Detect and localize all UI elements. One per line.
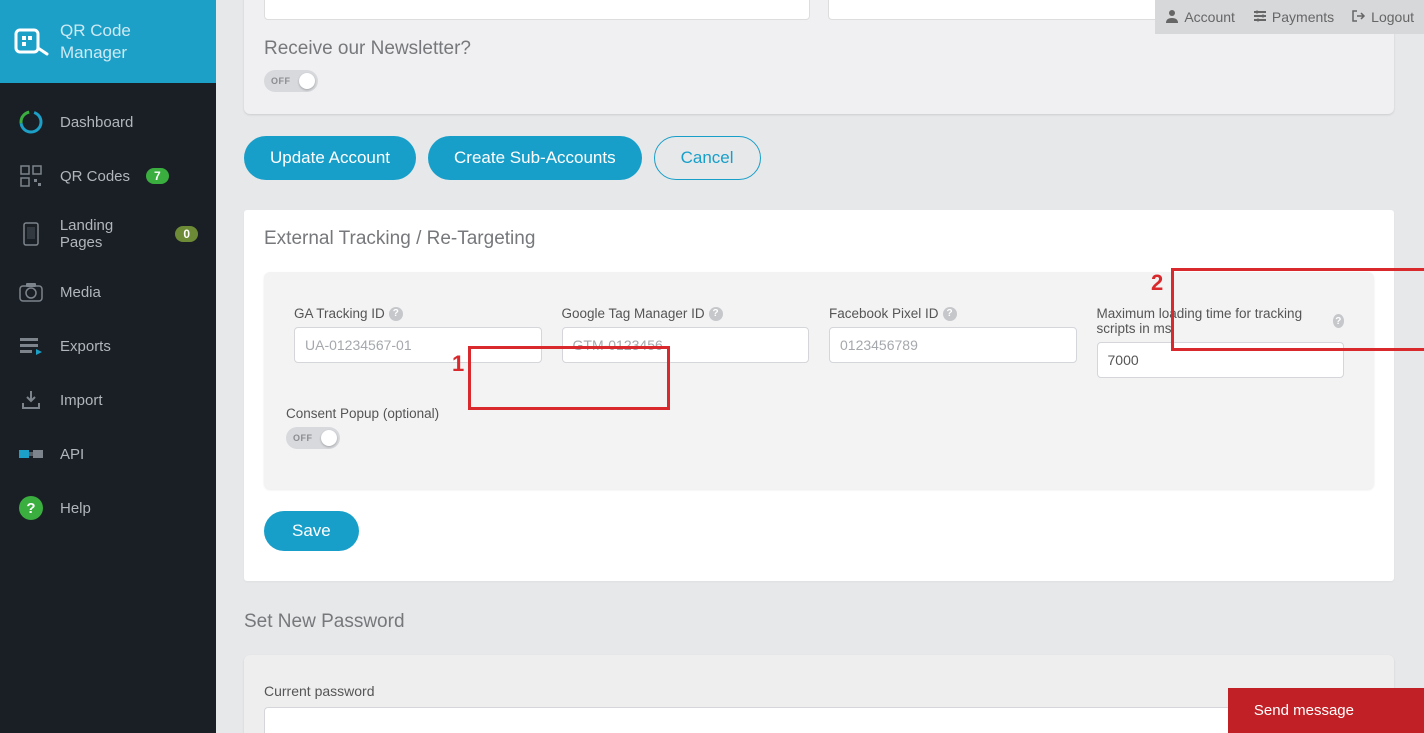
- brand-title: QR Code Manager: [60, 20, 131, 63]
- consent-toggle[interactable]: OFF: [286, 427, 340, 449]
- sidebar-item-label: Exports: [60, 338, 111, 355]
- current-password-label: Current password: [264, 683, 1374, 699]
- help-icon[interactable]: ?: [389, 307, 403, 321]
- landing-count-badge: 0: [175, 226, 198, 242]
- send-message-button[interactable]: Send message: [1228, 688, 1424, 733]
- password-section-title: Set New Password: [244, 611, 1394, 633]
- current-password-input[interactable]: [264, 707, 1374, 733]
- sidebar-item-qrcodes[interactable]: QR Codes 7: [0, 149, 216, 203]
- sidebar-item-label: API: [60, 446, 84, 463]
- annotation-number-1: 1: [452, 351, 464, 377]
- import-icon: [18, 387, 44, 413]
- landing-page-icon: [18, 221, 44, 247]
- qrcodes-count-badge: 7: [146, 168, 169, 184]
- save-button[interactable]: Save: [264, 511, 359, 551]
- help-icon[interactable]: ?: [709, 307, 723, 321]
- user-icon: [1165, 9, 1179, 26]
- qr-logo-icon: [14, 24, 50, 60]
- create-subaccounts-button[interactable]: Create Sub-Accounts: [428, 136, 642, 180]
- qrcode-icon: [18, 163, 44, 189]
- sidebar-item-dashboard[interactable]: Dashboard: [0, 95, 216, 149]
- fb-pixel-field: Facebook Pixel ID?: [829, 306, 1077, 378]
- sidebar-item-label: Help: [60, 500, 91, 517]
- cancel-button[interactable]: Cancel: [654, 136, 761, 180]
- sidebar-item-api[interactable]: API: [0, 427, 216, 481]
- tracking-section-title: External Tracking / Re-Targeting: [264, 228, 1374, 250]
- sidebar-item-label: Import: [60, 392, 103, 409]
- settings-icon: [1253, 9, 1267, 26]
- media-icon: [18, 279, 44, 305]
- topbar-payments[interactable]: Payments: [1253, 9, 1334, 26]
- consent-label: Consent Popup (optional): [286, 406, 439, 421]
- help-icon[interactable]: ?: [943, 307, 957, 321]
- annotation-box-1: [468, 346, 670, 410]
- partial-input-left[interactable]: [264, 0, 810, 20]
- sidebar-item-label: Media: [60, 284, 101, 301]
- sidebar-item-label: QR Codes: [60, 168, 130, 185]
- api-icon: [18, 441, 44, 467]
- sidebar-item-media[interactable]: Media: [0, 265, 216, 319]
- update-account-button[interactable]: Update Account: [244, 136, 416, 180]
- exports-icon: [18, 333, 44, 359]
- fb-pixel-input[interactable]: [829, 327, 1077, 363]
- annotation-number-2: 2: [1151, 270, 1163, 296]
- sidebar-item-import[interactable]: Import: [0, 373, 216, 427]
- sidebar-item-label: Dashboard: [60, 114, 133, 131]
- sidebar-item-help[interactable]: ? Help: [0, 481, 216, 535]
- sidebar-item-landing[interactable]: Landing Pages 0: [0, 203, 216, 265]
- topbar-logout[interactable]: Logout: [1352, 9, 1414, 26]
- newsletter-toggle[interactable]: OFF: [264, 70, 318, 92]
- dashboard-icon: [18, 109, 44, 135]
- help-icon: ?: [18, 495, 44, 521]
- password-card: Current password New Password: [244, 655, 1394, 733]
- toggle-knob: [321, 430, 337, 446]
- brand-header: QR Code Manager: [0, 0, 216, 83]
- toggle-knob: [299, 73, 315, 89]
- sidebar-item-exports[interactable]: Exports: [0, 319, 216, 373]
- topbar: Account Payments Logout: [1155, 0, 1424, 34]
- newsletter-question: Receive our Newsletter?: [264, 38, 1374, 60]
- topbar-account[interactable]: Account: [1165, 9, 1235, 26]
- sidebar-item-label: Landing Pages: [60, 217, 159, 251]
- logout-icon: [1352, 9, 1366, 26]
- annotation-box-2: [1171, 268, 1424, 351]
